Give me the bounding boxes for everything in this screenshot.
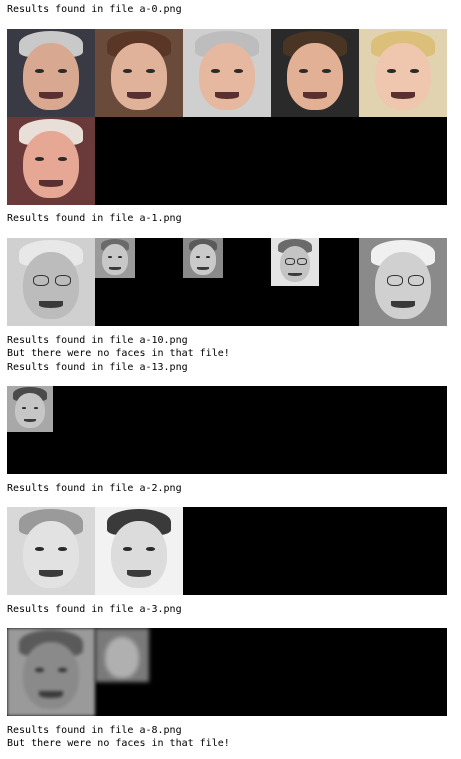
face-thumbnail <box>271 29 359 117</box>
face-grid-a-13 <box>7 386 447 474</box>
face-thumbnail <box>7 386 53 432</box>
face-thumbnail <box>359 29 447 117</box>
face-thumbnail <box>271 238 319 286</box>
face-grid-a-0 <box>7 29 447 205</box>
face-grid-a-2 <box>7 507 447 595</box>
face-thumbnail <box>359 238 447 326</box>
face-thumbnail <box>7 29 95 117</box>
result-line-a-1: Results found in file a-1.png <box>7 213 182 224</box>
face-thumbnail <box>95 628 149 682</box>
face-thumbnail <box>7 238 95 326</box>
result-line-a-8: Results found in file a-8.png <box>7 725 182 736</box>
face-thumbnail <box>7 507 95 595</box>
result-line-a-13: Results found in file a-13.png <box>7 362 188 373</box>
result-line-a-3: Results found in file a-3.png <box>7 604 182 615</box>
face-grid-a-3 <box>7 628 447 716</box>
face-thumbnail <box>7 628 95 716</box>
result-line-a-2: Results found in file a-2.png <box>7 483 182 494</box>
result-line-a-10: Results found in file a-10.png <box>7 335 188 346</box>
face-thumbnail <box>7 117 95 205</box>
result-line-a-0: Results found in file a-0.png <box>7 4 182 15</box>
face-thumbnail <box>183 238 223 278</box>
no-faces-line-a-10: But there were no faces in that file! <box>7 348 230 359</box>
face-thumbnail <box>95 29 183 117</box>
face-thumbnail <box>95 507 183 595</box>
face-thumbnail <box>95 238 135 278</box>
face-thumbnail <box>183 29 271 117</box>
no-faces-line-a-8: But there were no faces in that file! <box>7 738 230 749</box>
face-grid-a-1 <box>7 238 447 326</box>
